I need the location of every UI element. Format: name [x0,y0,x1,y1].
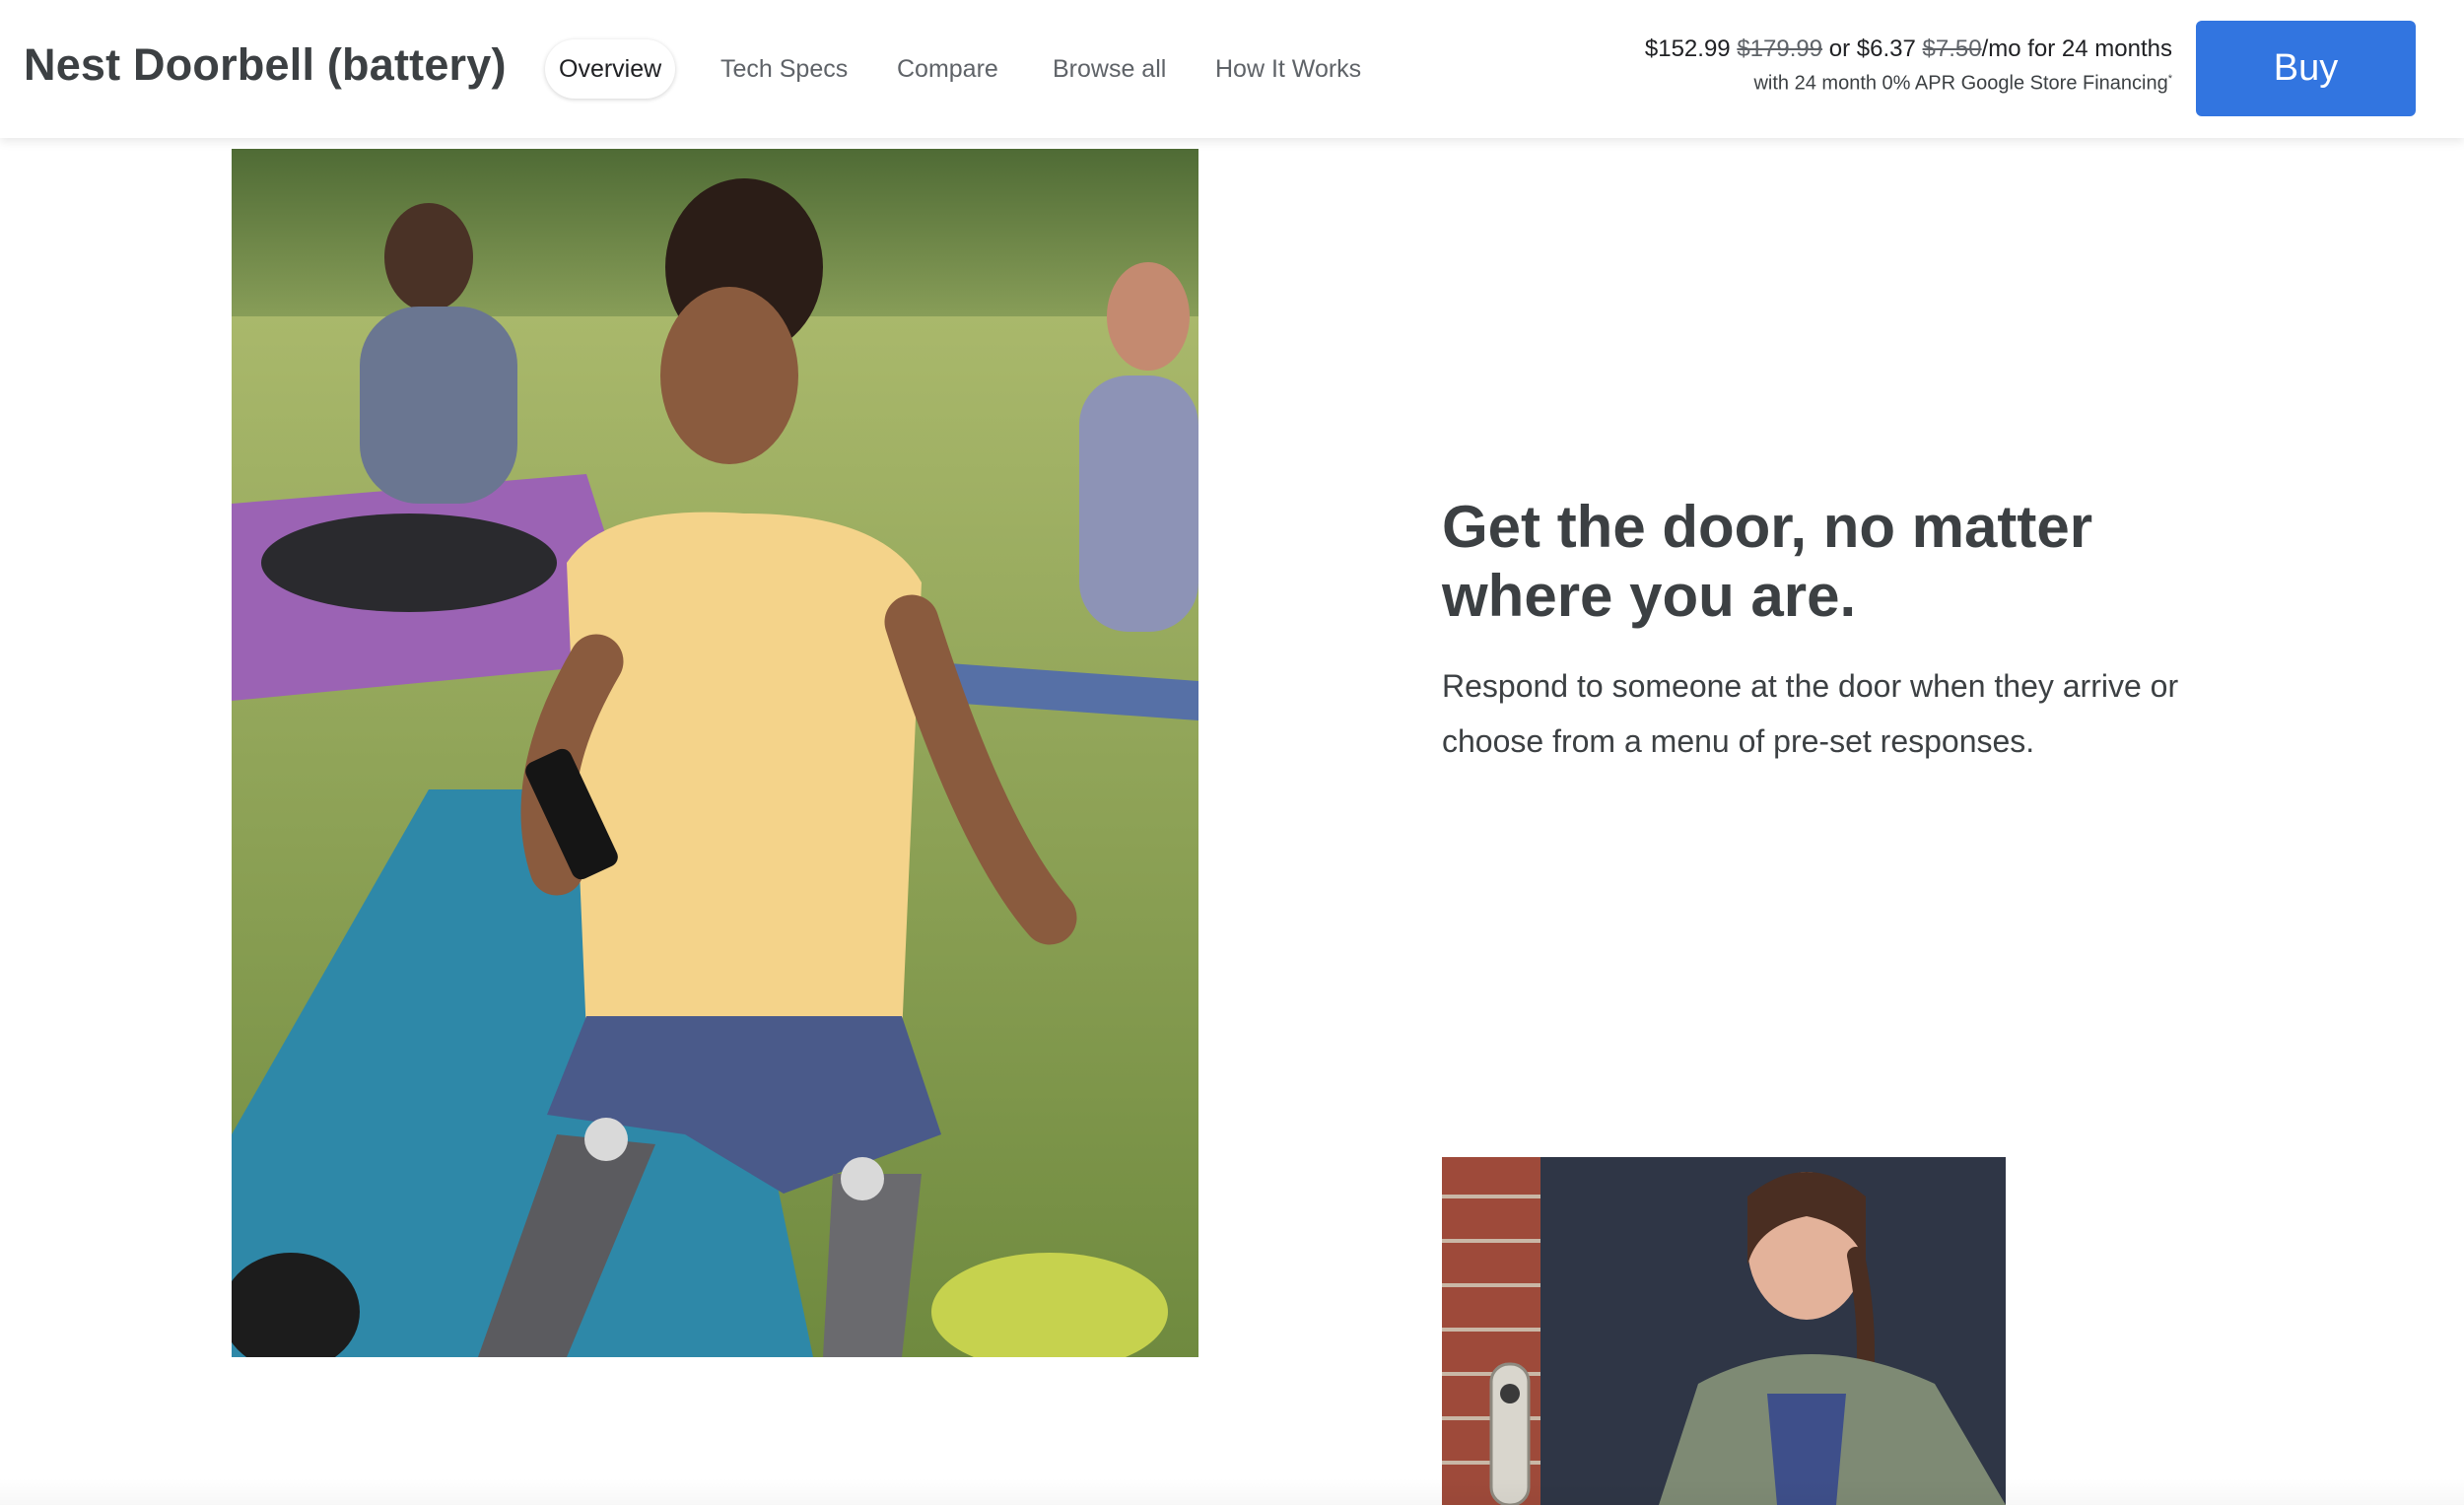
price-line: $152.99 $179.99 or $6.37 $7.50/mo for 24… [1645,34,2172,65]
tab-browse-all[interactable]: Browse all [1053,39,1166,99]
product-header: Nest Doorbell (battery) Overview Tech Sp… [0,0,2464,138]
financing-footnote-marker[interactable]: * [2168,73,2172,85]
product-title: Nest Doorbell (battery) [24,39,507,90]
price-current: $152.99 [1644,35,1731,62]
photo-illustration [232,149,1198,1357]
tab-compare[interactable]: Compare [897,39,998,99]
tab-tech-specs[interactable]: Tech Specs [720,39,848,99]
page-bottom-fade [0,1478,2464,1505]
monthly-price-suffix: /mo for 24 months [1981,35,2172,62]
monthly-price-original: $7.50 [1922,35,1982,62]
price-info: $152.99 $179.99 or $6.37 $7.50/mo for 24… [1645,34,2172,98]
feature-photo-man-with-phone [232,149,1198,1357]
monthly-price-current: $6.37 [1856,35,1916,62]
buy-button[interactable]: Buy [2196,21,2416,116]
photo-illustration-doorbell [1442,1157,2006,1505]
tab-overview[interactable]: Overview [545,39,676,99]
price-or: or [1828,35,1851,62]
feature-photo-woman-at-door [1442,1157,2006,1505]
feature-description: Respond to someone at the door when they… [1442,668,2179,759]
financing-line: with 24 month 0% APR Google Store Financ… [1645,65,2172,98]
price-original: $179.99 [1737,35,1823,62]
financing-text: with 24 month 0% APR Google Store Financ… [1753,72,2168,95]
feature-heading: Get the door, no matter where you are. [1442,494,2093,629]
tab-how-it-works[interactable]: How It Works [1215,39,1361,99]
